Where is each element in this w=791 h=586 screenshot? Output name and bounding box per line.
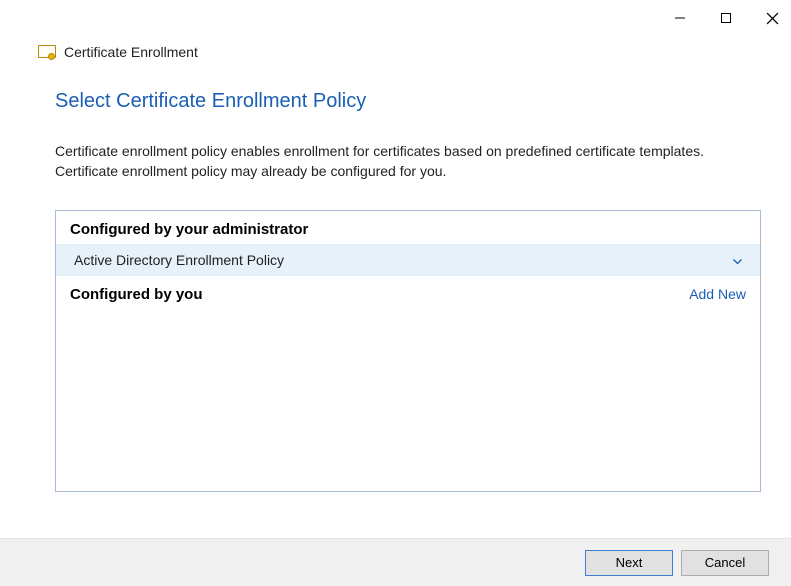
section-user-header: Configured by you Add New [56, 276, 760, 309]
minimize-button[interactable] [671, 9, 689, 27]
close-button[interactable] [763, 9, 781, 27]
add-new-link[interactable]: Add New [689, 286, 746, 302]
footer: Next Cancel [0, 538, 791, 586]
chevron-down-icon [733, 252, 742, 268]
page-description: Certificate enrollment policy enables en… [55, 141, 755, 182]
policy-list: Configured by your administrator Active … [55, 210, 761, 492]
next-button[interactable]: Next [585, 550, 673, 576]
window-title: Certificate Enrollment [64, 44, 198, 60]
content-area: Select Certificate Enrollment Policy Cer… [0, 70, 791, 492]
section-admin-header: Configured by your administrator [56, 211, 760, 244]
policy-item-label: Active Directory Enrollment Policy [74, 252, 284, 268]
policy-item-adep[interactable]: Active Directory Enrollment Policy [56, 244, 760, 276]
maximize-button[interactable] [717, 9, 735, 27]
page-heading: Select Certificate Enrollment Policy [55, 90, 761, 113]
section-user-title: Configured by you [70, 286, 203, 303]
window-header: Certificate Enrollment [0, 36, 791, 70]
section-admin-title: Configured by your administrator [70, 221, 308, 238]
titlebar [0, 0, 791, 36]
cancel-button[interactable]: Cancel [681, 550, 769, 576]
certificate-icon [38, 45, 56, 59]
